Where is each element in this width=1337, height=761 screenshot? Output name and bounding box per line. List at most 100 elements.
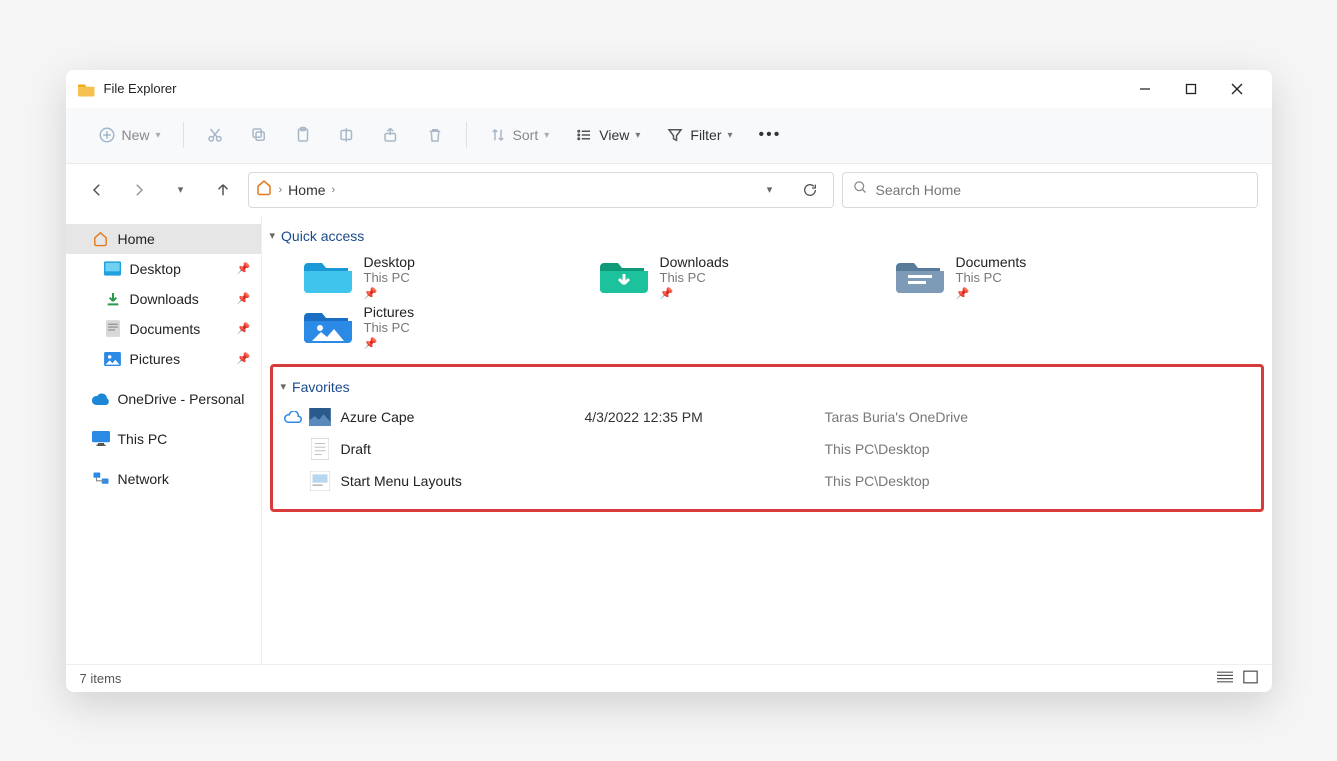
delete-button[interactable] [416, 120, 454, 150]
chevron-right-icon: › [279, 184, 283, 196]
new-label: New [122, 127, 150, 143]
desktop-folder-icon [304, 254, 352, 296]
breadcrumb-home[interactable]: Home [288, 182, 325, 198]
search-box[interactable] [842, 172, 1258, 208]
desktop-icon [104, 260, 122, 278]
thumbnails-view-button[interactable] [1243, 670, 1258, 687]
up-button[interactable] [206, 173, 240, 207]
quick-access-item-documents[interactable]: Documents This PC 📌 [896, 254, 1156, 300]
copy-button[interactable] [240, 120, 278, 150]
filter-button[interactable]: Filter ▾ [656, 120, 742, 150]
image-file-icon [305, 471, 335, 491]
close-button[interactable] [1214, 70, 1260, 108]
documents-folder-icon [896, 254, 944, 296]
chevron-down-icon: ▾ [728, 130, 733, 141]
item-count: 7 items [80, 671, 122, 686]
sidebar-item-network[interactable]: Network [66, 464, 261, 494]
back-button[interactable] [80, 173, 114, 207]
download-icon [104, 290, 122, 308]
content-pane: ▾ Quick access Desktop This PC 📌 Downloa… [262, 216, 1272, 664]
pictures-icon [104, 350, 122, 368]
sidebar-item-label: OneDrive - Personal [118, 391, 245, 407]
chevron-down-icon: ▾ [635, 130, 640, 141]
sidebar-item-thispc[interactable]: This PC [66, 424, 261, 454]
address-dropdown[interactable]: ▾ [753, 173, 787, 207]
quick-access-grid: Desktop This PC 📌 Downloads This PC 📌 [270, 254, 1264, 350]
details-view-button[interactable] [1217, 670, 1233, 687]
search-input[interactable] [876, 182, 1247, 198]
item-location: This PC [956, 270, 1027, 285]
pin-icon: 📌 [237, 352, 251, 365]
sidebar-item-onedrive[interactable]: OneDrive - Personal [66, 384, 261, 414]
sidebar-item-downloads[interactable]: Downloads 📌 [66, 284, 261, 314]
network-icon [92, 470, 110, 488]
maximize-button[interactable] [1168, 70, 1214, 108]
view-button[interactable]: View ▾ [565, 120, 650, 150]
more-button[interactable]: ••• [749, 120, 792, 150]
window-title: File Explorer [104, 81, 177, 96]
nav-row: ▾ › Home › ▾ [66, 164, 1272, 216]
chevron-down-icon: ▾ [156, 130, 161, 141]
sidebar-item-documents[interactable]: Documents 📌 [66, 314, 261, 344]
section-favorites[interactable]: ▾ Favorites [281, 377, 1253, 401]
minimize-button[interactable] [1122, 70, 1168, 108]
sidebar-item-label: Desktop [130, 261, 181, 277]
item-name: Documents [956, 254, 1027, 270]
item-name: Draft [335, 441, 585, 457]
favorite-item[interactable]: Start Menu Layouts This PC\Desktop [281, 465, 1253, 497]
sidebar-item-desktop[interactable]: Desktop 📌 [66, 254, 261, 284]
item-name: Pictures [364, 304, 415, 320]
filter-label: Filter [690, 127, 721, 143]
new-button[interactable]: New ▾ [88, 120, 171, 150]
quick-access-item-desktop[interactable]: Desktop This PC 📌 [304, 254, 564, 300]
sort-button[interactable]: Sort ▾ [479, 120, 560, 150]
sidebar-item-label: Network [118, 471, 169, 487]
pin-icon: 📌 [237, 322, 251, 335]
pin-icon: 📌 [237, 292, 251, 305]
search-icon [853, 180, 868, 200]
pin-icon: 📌 [364, 337, 415, 350]
titlebar[interactable]: File Explorer [66, 70, 1272, 108]
chevron-down-icon: ▾ [270, 229, 276, 242]
item-location: This PC\Desktop [825, 441, 930, 457]
share-button[interactable] [372, 120, 410, 150]
paste-button[interactable] [284, 120, 322, 150]
refresh-button[interactable] [793, 173, 827, 207]
quick-access-item-pictures[interactable]: Pictures This PC 📌 [304, 304, 564, 350]
favorite-item[interactable]: Azure Cape 4/3/2022 12:35 PM Taras Buria… [281, 401, 1253, 433]
home-icon [255, 178, 273, 201]
toolbar-divider [466, 122, 467, 148]
downloads-folder-icon [600, 254, 648, 296]
quick-access-item-downloads[interactable]: Downloads This PC 📌 [600, 254, 860, 300]
forward-button[interactable] [122, 173, 156, 207]
favorite-item[interactable]: Draft This PC\Desktop [281, 433, 1253, 465]
sidebar-item-home[interactable]: Home [66, 224, 261, 254]
item-location: This PC [364, 320, 415, 335]
status-bar: 7 items [66, 664, 1272, 692]
address-bar[interactable]: › Home › ▾ [248, 172, 834, 208]
cloud-icon [92, 390, 110, 408]
cut-button[interactable] [196, 120, 234, 150]
navigation-pane: Home Desktop 📌 Downloads 📌 Documents 📌 P… [66, 216, 262, 664]
image-thumbnail-icon [305, 408, 335, 426]
recent-dropdown[interactable]: ▾ [164, 173, 198, 207]
sidebar-item-label: Home [118, 231, 155, 247]
favorites-highlighted-region: ▾ Favorites Azure Cape 4/3/2022 12:35 PM… [270, 364, 1264, 512]
section-label: Quick access [281, 228, 364, 244]
sidebar-item-label: Pictures [130, 351, 181, 367]
document-icon [104, 320, 122, 338]
pin-icon: 📌 [660, 287, 729, 300]
item-location: This PC\Desktop [825, 473, 930, 489]
cloud-status-icon [281, 411, 305, 423]
sidebar-item-label: Downloads [130, 291, 199, 307]
sidebar-item-pictures[interactable]: Pictures 📌 [66, 344, 261, 374]
command-toolbar: New ▾ Sort ▾ View ▾ Filter ▾ ••• [66, 108, 1272, 164]
item-date: 4/3/2022 12:35 PM [585, 409, 765, 425]
sidebar-item-label: This PC [118, 431, 168, 447]
rename-button[interactable] [328, 120, 366, 150]
section-quick-access[interactable]: ▾ Quick access [270, 226, 1264, 254]
chevron-down-icon: ▾ [544, 130, 549, 141]
pin-icon: 📌 [237, 262, 251, 275]
pin-icon: 📌 [364, 287, 415, 300]
text-file-icon [305, 438, 335, 460]
